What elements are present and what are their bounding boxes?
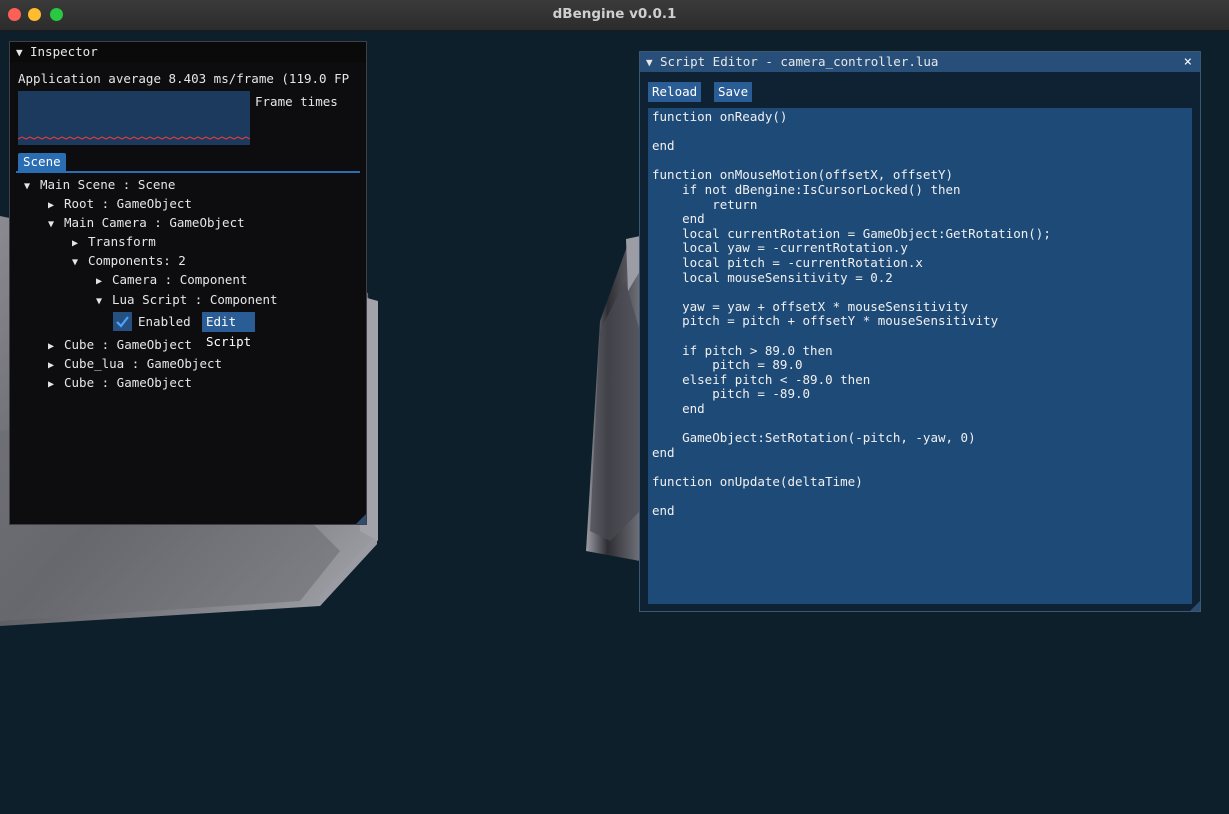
inspector-title: Inspector [30, 44, 98, 59]
expanded-arrow-icon[interactable]: ▼ [96, 293, 112, 311]
collapsed-arrow-icon[interactable]: ▶ [48, 376, 64, 394]
window-title: dBengine v0.0.1 [552, 6, 677, 22]
tree-node-cube-2[interactable]: ▶ Cube : GameObject [48, 374, 192, 392]
collapsed-arrow-icon[interactable]: ▶ [72, 235, 88, 253]
frame-stats-text: Application average 8.403 ms/frame (119.… [18, 71, 350, 86]
code-editor-textarea[interactable]: function onReady() end function onMouseM… [648, 108, 1192, 604]
tree-node-cube-lua[interactable]: ▶ Cube_lua : GameObject [48, 355, 222, 373]
frame-times-line [18, 136, 250, 140]
tree-node-camera-component[interactable]: ▶ Camera : Component [96, 271, 247, 289]
tab-underline [16, 171, 360, 173]
expanded-arrow-icon[interactable]: ▼ [24, 178, 40, 196]
tab-scene[interactable]: Scene [18, 153, 66, 171]
edit-script-button[interactable]: Edit Script [202, 312, 256, 349]
script-editor-titlebar[interactable]: ▼ Script Editor - camera_controller.lua [640, 52, 1200, 72]
enabled-checkbox[interactable] [113, 312, 132, 331]
inspector-resize-grip[interactable] [356, 514, 366, 524]
expanded-arrow-icon[interactable]: ▼ [72, 254, 88, 272]
collapse-triangle-icon[interactable]: ▼ [16, 43, 30, 62]
cube-mesh-right [586, 236, 640, 561]
inspector-titlebar[interactable]: ▼ Inspector [10, 42, 366, 62]
frame-times-plot[interactable] [18, 91, 250, 145]
tree-node-main-camera[interactable]: ▼ Main Camera : GameObject [48, 214, 245, 232]
tree-node-transform[interactable]: ▶ Transform [72, 233, 156, 251]
save-button[interactable]: Save [714, 82, 753, 102]
tree-node-root[interactable]: ▶ Root : GameObject [48, 195, 192, 213]
collapsed-arrow-icon[interactable]: ▶ [48, 357, 64, 375]
tree-node-cube[interactable]: ▶ Cube : GameObject [48, 336, 192, 354]
script-editor-window[interactable]: ▼ Script Editor - camera_controller.lua ×… [639, 51, 1201, 612]
collapsed-arrow-icon[interactable]: ▶ [96, 273, 112, 291]
close-icon[interactable]: × [1184, 52, 1192, 72]
tree-node-components[interactable]: ▼ Components: 2 [72, 252, 186, 270]
title-bar: dBengine v0.0.1 [0, 0, 1229, 31]
enabled-label: Enabled [138, 314, 191, 329]
collapse-triangle-icon[interactable]: ▼ [646, 53, 660, 72]
expanded-arrow-icon[interactable]: ▼ [48, 216, 64, 234]
plot-label: Frame times [255, 94, 338, 109]
reload-button[interactable]: Reload [648, 82, 702, 102]
collapsed-arrow-icon[interactable]: ▶ [48, 338, 64, 356]
inspector-window[interactable]: ▼ Inspector Application average 8.403 ms/… [9, 41, 367, 525]
checkmark-icon [116, 316, 129, 328]
script-editor-title: Script Editor - camera_controller.lua [660, 54, 939, 69]
script-code: function onReady() end function onMouseM… [652, 109, 1051, 519]
editor-resize-grip[interactable] [1190, 601, 1200, 611]
collapsed-arrow-icon[interactable]: ▶ [48, 197, 64, 215]
tree-node-lua-script-component[interactable]: ▼ Lua Script : Component [96, 291, 278, 309]
tree-node-main-scene[interactable]: ▼ Main Scene : Scene [24, 176, 175, 194]
